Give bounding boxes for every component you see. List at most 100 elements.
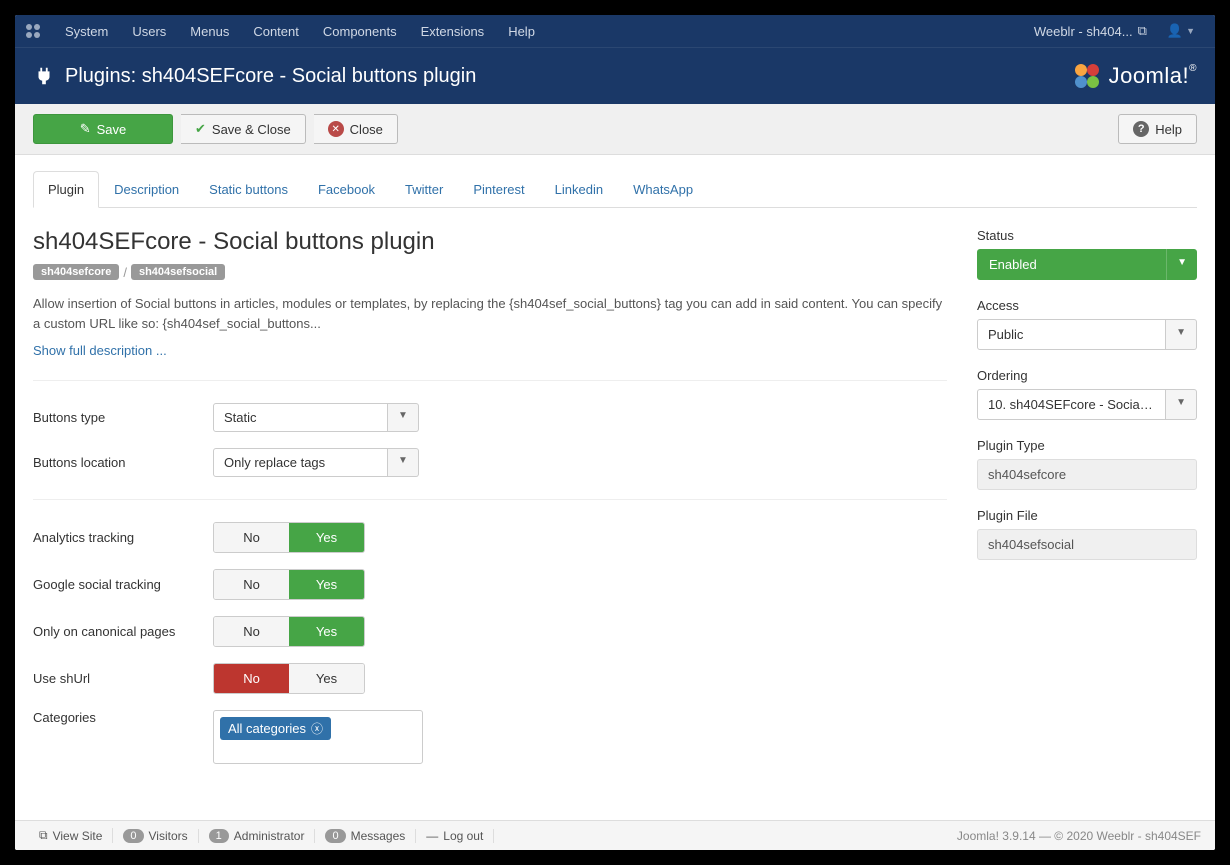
toggle-yes[interactable]: Yes (289, 570, 364, 599)
menu-items: System Users Menus Content Components Ex… (53, 16, 547, 47)
label-plugin-file: Plugin File (977, 508, 1197, 523)
save-label: Save (97, 122, 127, 137)
tab-static-buttons[interactable]: Static buttons (194, 171, 303, 208)
close-button[interactable]: ✕ Close (314, 114, 398, 144)
tab-whatsapp[interactable]: WhatsApp (618, 171, 708, 208)
select-buttons-type-value: Static (213, 403, 388, 432)
field-ordering: Ordering 10. sh404SEFcore - Social b... … (977, 368, 1197, 420)
label-canonical: Only on canonical pages (33, 624, 213, 639)
label-access: Access (977, 298, 1197, 313)
plugin-type-value: sh404sefcore (977, 459, 1197, 490)
toggle-analytics-tracking: No Yes (213, 522, 365, 553)
logout-link[interactable]: — Log out (416, 829, 494, 843)
badge-separator: / (123, 265, 127, 280)
plugin-file-value: sh404sefsocial (977, 529, 1197, 560)
toggle-google-social: No Yes (213, 569, 365, 600)
badge-element: sh404sefsocial (131, 264, 225, 280)
row-analytics-tracking: Analytics tracking No Yes (33, 522, 947, 553)
toggle-yes[interactable]: Yes (289, 664, 364, 693)
row-buttons-location: Buttons location Only replace tags ▼ (33, 448, 947, 477)
field-access: Access Public ▼ (977, 298, 1197, 350)
menu-help[interactable]: Help (496, 16, 547, 47)
toggle-no[interactable]: No (214, 523, 289, 552)
messages-link[interactable]: 0 Messages (315, 829, 416, 843)
divider (33, 380, 947, 381)
select-buttons-type[interactable]: Static ▼ (213, 403, 419, 432)
close-label: Close (350, 122, 383, 137)
menu-menus[interactable]: Menus (178, 16, 241, 47)
tab-plugin[interactable]: Plugin (33, 171, 99, 208)
top-menubar: System Users Menus Content Components Ex… (15, 15, 1215, 47)
toggle-yes[interactable]: Yes (289, 523, 364, 552)
apply-icon: ✎ (80, 121, 91, 137)
field-status: Status Enabled ▼ (977, 228, 1197, 280)
caret-down-icon: ▼ (1166, 249, 1197, 280)
sidebar-column: Status Enabled ▼ Access Public ▼ Orderin… (977, 228, 1197, 780)
category-chip: All categories ⓧ (220, 717, 331, 740)
admins-link[interactable]: 1 Administrator (199, 829, 316, 843)
tab-facebook[interactable]: Facebook (303, 171, 390, 208)
check-icon: ✔ (195, 121, 206, 137)
footer-version: Joomla! 3.9.14 — © 2020 Weeblr - sh404SE… (957, 829, 1201, 843)
plugin-badges: sh404sefcore / sh404sefsocial (33, 264, 947, 280)
plugin-tabs: Plugin Description Static buttons Facebo… (33, 171, 1197, 208)
save-button[interactable]: ✎ Save (33, 114, 173, 144)
label-buttons-type: Buttons type (33, 410, 213, 425)
toggle-yes[interactable]: Yes (289, 617, 364, 646)
caret-down-icon: ▼ (1166, 389, 1197, 420)
tab-linkedin[interactable]: Linkedin (540, 171, 618, 208)
main-column: sh404SEFcore - Social buttons plugin sh4… (33, 228, 947, 780)
plugin-description: Allow insertion of Social buttons in art… (33, 294, 947, 333)
site-link[interactable]: Weeblr - sh404... ⧉ (1024, 15, 1157, 47)
remove-chip-icon[interactable]: ⓧ (311, 720, 323, 737)
row-buttons-type: Buttons type Static ▼ (33, 403, 947, 432)
categories-input[interactable]: All categories ⓧ (213, 710, 423, 764)
row-categories: Categories All categories ⓧ (33, 710, 947, 764)
row-canonical: Only on canonical pages No Yes (33, 616, 947, 647)
caret-down-icon: ▼ (388, 403, 419, 432)
tab-pinterest[interactable]: Pinterest (458, 171, 539, 208)
messages-label: Messages (351, 829, 406, 843)
select-ordering[interactable]: 10. sh404SEFcore - Social b... ▼ (977, 389, 1197, 420)
joomla-logo: Joomla!® (1071, 60, 1197, 92)
label-plugin-type: Plugin Type (977, 438, 1197, 453)
save-close-button[interactable]: ✔ Save & Close (181, 114, 306, 144)
tab-twitter[interactable]: Twitter (390, 171, 458, 208)
label-ordering: Ordering (977, 368, 1197, 383)
menu-users[interactable]: Users (120, 16, 178, 47)
select-buttons-location[interactable]: Only replace tags ▼ (213, 448, 419, 477)
view-site-label: View Site (53, 829, 103, 843)
tab-description[interactable]: Description (99, 171, 194, 208)
page-title: Plugins: sh404SEFcore - Social buttons p… (65, 65, 476, 88)
access-value: Public (977, 319, 1166, 350)
toggle-no[interactable]: No (214, 570, 289, 599)
user-icon: 👤 (1167, 23, 1183, 39)
menu-content[interactable]: Content (241, 16, 311, 47)
menu-system[interactable]: System (53, 16, 120, 47)
external-link-icon: ⧉ (39, 828, 48, 843)
visitors-count: 0 (123, 829, 143, 843)
external-link-icon: ⧉ (1138, 23, 1147, 39)
logout-label: Log out (443, 829, 483, 843)
ordering-value: 10. sh404SEFcore - Social b... (977, 389, 1166, 420)
view-site-link[interactable]: ⧉ View Site (29, 828, 113, 843)
select-access[interactable]: Public ▼ (977, 319, 1197, 350)
help-button[interactable]: ? Help (1118, 114, 1197, 144)
caret-down-icon: ▼ (1186, 26, 1195, 36)
menu-components[interactable]: Components (311, 16, 409, 47)
select-status[interactable]: Enabled ▼ (977, 249, 1197, 280)
menu-extensions[interactable]: Extensions (409, 16, 497, 47)
visitors-link[interactable]: 0 Visitors (113, 829, 198, 843)
row-google-social: Google social tracking No Yes (33, 569, 947, 600)
action-toolbar: ✎ Save ✔ Save & Close ✕ Close ? Help (15, 104, 1215, 155)
user-menu[interactable]: 👤 ▼ (1157, 15, 1205, 47)
save-close-label: Save & Close (212, 122, 291, 137)
label-analytics-tracking: Analytics tracking (33, 530, 213, 545)
toggle-no[interactable]: No (214, 617, 289, 646)
status-bar: ⧉ View Site 0 Visitors 1 Administrator 0… (15, 820, 1215, 850)
chip-label: All categories (228, 721, 306, 736)
show-full-description-link[interactable]: Show full description ... (33, 343, 167, 358)
messages-count: 0 (325, 829, 345, 843)
help-icon: ? (1133, 121, 1149, 137)
toggle-no[interactable]: No (214, 664, 289, 693)
